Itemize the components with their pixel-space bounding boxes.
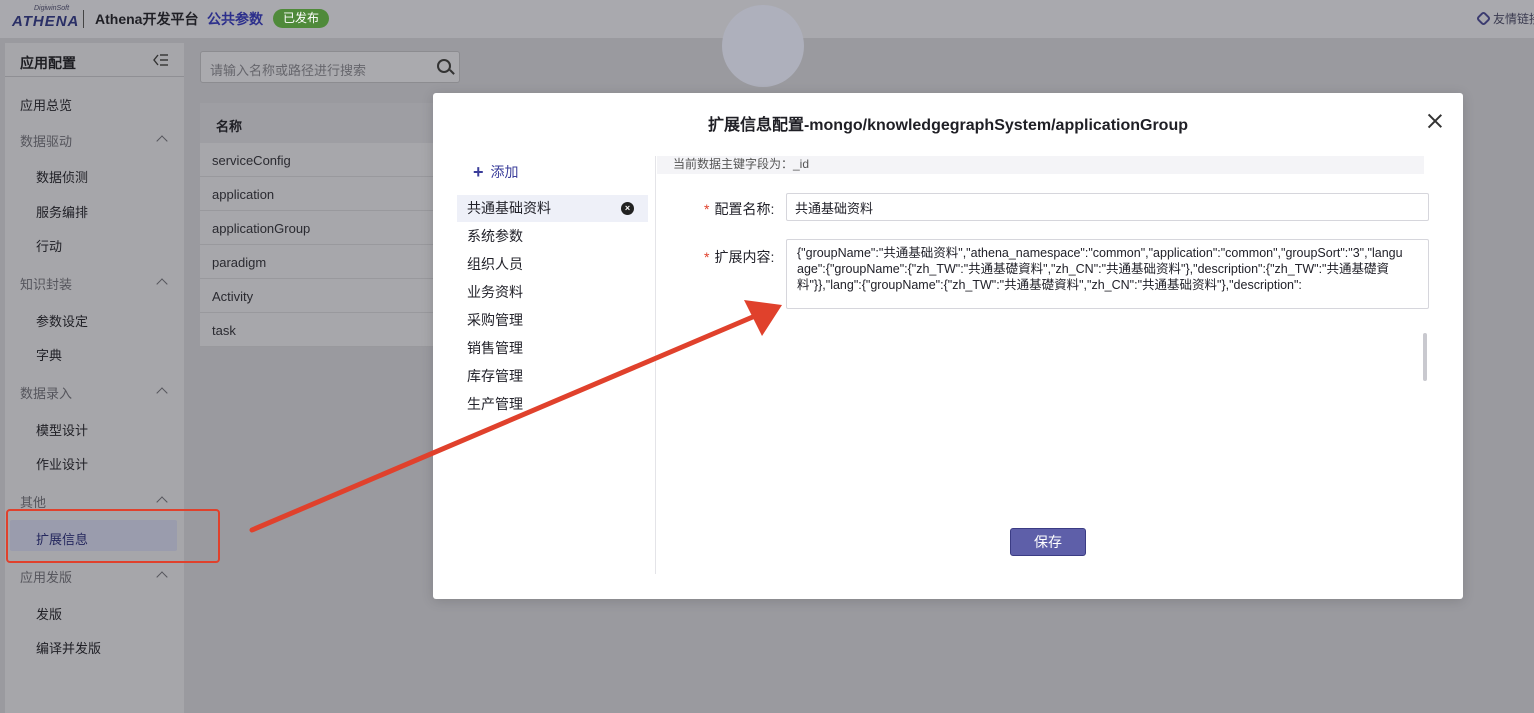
group-item-sales[interactable]: 销售管理 xyxy=(457,335,648,362)
link-icon xyxy=(1475,10,1492,27)
friend-link[interactable]: 友情链接 xyxy=(1475,10,1534,27)
plus-icon: + xyxy=(473,162,484,182)
table-header: 名称 xyxy=(200,103,440,143)
sidebar: 应用配置 应用总览 数据驱动 数据侦测 服务编排 行动 知识封装 参数设定 字典… xyxy=(5,43,184,713)
save-button[interactable]: 保存 xyxy=(1010,528,1086,556)
sidebar-group-knowledge[interactable]: 知识封装 xyxy=(20,274,72,293)
ext-content-label: * 扩展内容: xyxy=(704,249,775,265)
primary-key-info: 当前数据主键字段为：_id xyxy=(657,156,1424,174)
sidebar-item-compile-release[interactable]: 编译并发版 xyxy=(36,638,101,657)
platform-title: Athena开发平台 xyxy=(95,11,199,27)
group-item-common-basic[interactable]: 共通基础资料 × xyxy=(457,195,648,222)
group-item-inventory[interactable]: 库存管理 xyxy=(457,363,648,390)
chevron-up-icon[interactable] xyxy=(156,278,168,290)
sidebar-item-param-settings[interactable]: 参数设定 xyxy=(36,311,88,330)
add-button[interactable]: + 添加 xyxy=(473,162,519,183)
sidebar-item-release[interactable]: 发版 xyxy=(36,604,62,623)
remove-icon[interactable]: × xyxy=(621,202,634,215)
collapse-sidebar-icon[interactable] xyxy=(153,53,169,67)
search-input[interactable]: 请输入名称或路径进行搜索 xyxy=(200,51,460,83)
top-bar: DigiwinSoft ATHENA Athena开发平台 公共参数 已发布 友… xyxy=(0,0,1534,87)
sidebar-item-action[interactable]: 行动 xyxy=(36,236,62,255)
group-item-purchasing[interactable]: 采购管理 xyxy=(457,307,648,334)
search-icon[interactable] xyxy=(437,59,451,73)
group-item-system-params[interactable]: 系统参数 xyxy=(457,223,648,250)
table-row[interactable]: application xyxy=(200,177,440,211)
config-form-panel: 当前数据主键字段为：_id *配置名称: *扩展内容: {"groupName"… xyxy=(657,156,1447,574)
header-divider xyxy=(83,10,84,28)
table-row[interactable]: Activity xyxy=(200,279,440,313)
decorative-circle xyxy=(722,5,804,87)
table-row[interactable]: paradigm xyxy=(200,245,440,279)
chevron-up-icon[interactable] xyxy=(156,496,168,508)
section-title[interactable]: 公共参数 xyxy=(207,9,263,29)
athena-logo: DigiwinSoft ATHENA xyxy=(12,5,80,30)
ext-content-textarea[interactable]: {"groupName":"共通基础资料","athena_namespace"… xyxy=(786,239,1429,309)
status-badge: 已发布 xyxy=(273,9,330,28)
sidebar-header: 应用配置 xyxy=(5,43,184,77)
sidebar-group-data-entry[interactable]: 数据录入 xyxy=(20,383,72,402)
config-name-label: * 配置名称: xyxy=(704,201,775,217)
close-icon[interactable] xyxy=(1427,113,1443,129)
group-list-panel: + 添加 共通基础资料 × 系统参数 组织人员 业务资料 采购管理 销售管理 库存… xyxy=(455,156,656,574)
sidebar-item-job-design[interactable]: 作业设计 xyxy=(36,454,88,473)
sidebar-item-dictionary[interactable]: 字典 xyxy=(36,345,62,364)
group-item-production[interactable]: 生产管理 xyxy=(457,391,648,418)
chevron-up-icon[interactable] xyxy=(156,571,168,583)
config-name-input[interactable] xyxy=(786,193,1429,221)
annotation-highlight-box xyxy=(6,509,220,563)
textarea-scrollbar[interactable] xyxy=(1423,333,1427,381)
sidebar-item-model-design[interactable]: 模型设计 xyxy=(36,420,88,439)
modal-title: 扩展信息配置-mongo/knowledgegraphSystem/applic… xyxy=(707,117,1189,134)
chevron-up-icon[interactable] xyxy=(156,135,168,147)
sidebar-item-overview[interactable]: 应用总览 xyxy=(20,95,72,114)
chevron-up-icon[interactable] xyxy=(156,387,168,399)
table-row[interactable]: applicationGroup xyxy=(200,211,440,245)
sidebar-item-data-detection[interactable]: 数据侦测 xyxy=(36,167,88,186)
sidebar-group-release[interactable]: 应用发版 xyxy=(20,567,72,586)
group-item-business-data[interactable]: 业务资料 xyxy=(457,279,648,306)
sidebar-item-service-orchestration[interactable]: 服务编排 xyxy=(36,202,88,221)
group-item-org-personnel[interactable]: 组织人员 xyxy=(457,251,648,278)
table-row[interactable]: task xyxy=(200,313,440,347)
extension-config-modal: 扩展信息配置-mongo/knowledgegraphSystem/applic… xyxy=(433,93,1463,599)
sidebar-title: 应用配置 xyxy=(20,55,76,71)
table-row[interactable]: serviceConfig xyxy=(200,143,440,177)
data-table: 名称 serviceConfig application application… xyxy=(200,103,440,347)
sidebar-group-data-driven[interactable]: 数据驱动 xyxy=(20,131,72,150)
